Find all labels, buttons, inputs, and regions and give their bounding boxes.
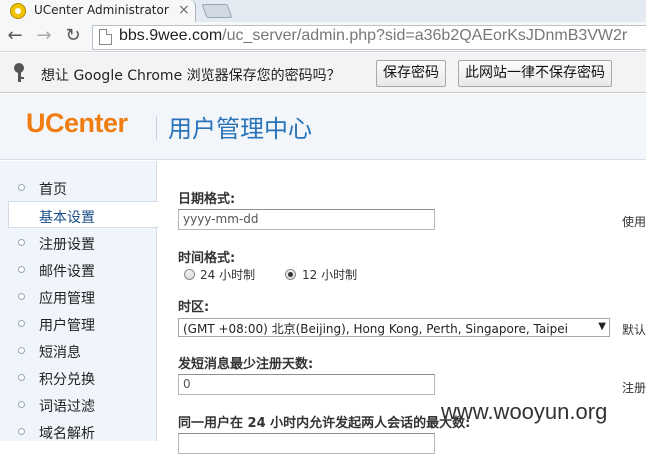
- page-icon: [99, 29, 112, 45]
- header-divider: [156, 116, 157, 140]
- time-format-options: 24 小时制 12 小时制: [184, 268, 384, 283]
- sidebar-item-label: 基本设置: [39, 210, 95, 226]
- pm-days-label: 发短消息最少注册天数:: [178, 357, 314, 372]
- pm-days-input[interactable]: 0: [178, 374, 435, 395]
- key-icon: [11, 63, 27, 83]
- save-password-button[interactable]: 保存密码: [376, 60, 446, 87]
- infobar-message: 想让 Google Chrome 浏览器保存您的密码吗？: [41, 68, 341, 84]
- pm-limit-label: 同一用户在 24 小时内允许发起两人会话的最大数:: [178, 416, 471, 431]
- sidebar-item-app-management[interactable]: 应用管理: [0, 283, 157, 310]
- timezone-hint: 默认: [622, 323, 646, 337]
- reload-button[interactable]: ↻: [62, 26, 84, 48]
- url-text[interactable]: bbs.9wee.com/uc_server/admin.php?sid=a36…: [119, 27, 627, 45]
- sidebar-item-label: 应用管理: [39, 291, 95, 307]
- sidebar-item-label: 积分兑换: [39, 372, 95, 388]
- ucenter-logo: UCenter: [26, 108, 128, 138]
- chevron-down-icon: ▼: [598, 321, 606, 332]
- sidebar-item-label: 注册设置: [39, 237, 95, 253]
- browser-toolbar: ← → ↻ bbs.9wee.com/uc_server/admin.php?s…: [0, 22, 646, 52]
- bullet-icon: [18, 293, 25, 300]
- sidebar-item-user-management[interactable]: 用户管理: [0, 310, 157, 337]
- time-12h-label: 12 小时制: [302, 268, 358, 282]
- never-save-password-button[interactable]: 此网站一律不保存密码: [458, 60, 612, 87]
- sidebar-item-label: 域名解析: [39, 426, 95, 442]
- bullet-icon: [18, 239, 25, 246]
- sidebar-item-register-settings[interactable]: 注册设置: [0, 229, 157, 256]
- page-title: 用户管理中心: [168, 115, 312, 143]
- time-12h-radio[interactable]: [285, 269, 296, 280]
- date-format-hint: 使用: [622, 215, 646, 229]
- tab-strip: UCenter Administrator's ×: [0, 0, 646, 22]
- sidebar-item-label: 首页: [39, 182, 67, 198]
- bullet-icon: [18, 347, 25, 354]
- bullet-icon: [18, 266, 25, 273]
- sidebar-item-home[interactable]: 首页: [0, 174, 157, 201]
- browser-tab[interactable]: UCenter Administrator's ×: [0, 0, 196, 22]
- timezone-value: (GMT +08:00) 北京(Beijing), Hong Kong, Per…: [183, 322, 568, 336]
- time-24h-radio[interactable]: [184, 269, 195, 280]
- sidebar-item-label: 短消息: [39, 345, 81, 361]
- sidebar-item-mail-settings[interactable]: 邮件设置: [0, 256, 157, 283]
- timezone-select[interactable]: (GMT +08:00) 北京(Beijing), Hong Kong, Per…: [178, 318, 610, 337]
- sidebar-item-credit-exchange[interactable]: 积分兑换: [0, 364, 157, 391]
- favicon-icon: [10, 3, 26, 19]
- forward-button[interactable]: →: [33, 26, 55, 48]
- bullet-icon: [18, 428, 25, 435]
- pm-days-hint: 注册: [622, 381, 646, 395]
- timezone-label: 时区:: [178, 300, 210, 315]
- sidebar-item-label: 用户管理: [39, 318, 95, 334]
- new-tab-button[interactable]: [201, 4, 233, 18]
- sidebar-item-label: 词语过滤: [39, 399, 95, 415]
- save-password-infobar: 想让 Google Chrome 浏览器保存您的密码吗？ 保存密码 此网站一律不…: [0, 53, 646, 93]
- sidebar-item-messages[interactable]: 短消息: [0, 337, 157, 364]
- url-host: bbs.9wee.com: [119, 27, 223, 44]
- date-format-label: 日期格式:: [178, 192, 236, 207]
- close-tab-icon[interactable]: ×: [178, 2, 190, 18]
- bullet-icon: [18, 374, 25, 381]
- back-button[interactable]: ←: [4, 26, 26, 48]
- address-bar[interactable]: bbs.9wee.com/uc_server/admin.php?sid=a36…: [92, 25, 646, 50]
- sidebar-item-label: 邮件设置: [39, 264, 95, 280]
- bullet-icon: [18, 184, 25, 191]
- bullet-icon: [18, 320, 25, 327]
- sidebar-item-basic-settings[interactable]: 基本设置: [8, 201, 158, 228]
- tab-title: UCenter Administrator's: [34, 3, 170, 17]
- sidebar-nav: 首页 基本设置 注册设置 邮件设置 应用管理 用户管理 短消息 积分兑换 词语过…: [0, 161, 158, 442]
- bullet-icon: [18, 401, 25, 408]
- page-header: UCenter 用户管理中心: [0, 94, 646, 160]
- time-24h-label: 24 小时制: [200, 268, 256, 282]
- watermark: www.wooyun.org: [441, 399, 608, 424]
- url-path: /uc_server/admin.php?sid=a36b2QAEorKsJDn…: [222, 27, 628, 44]
- sidebar-item-word-filter[interactable]: 词语过滤: [0, 391, 157, 418]
- time-format-label: 时间格式:: [178, 251, 236, 266]
- date-format-input[interactable]: yyyy-mm-dd: [178, 209, 435, 230]
- pm-limit-input[interactable]: [178, 433, 435, 454]
